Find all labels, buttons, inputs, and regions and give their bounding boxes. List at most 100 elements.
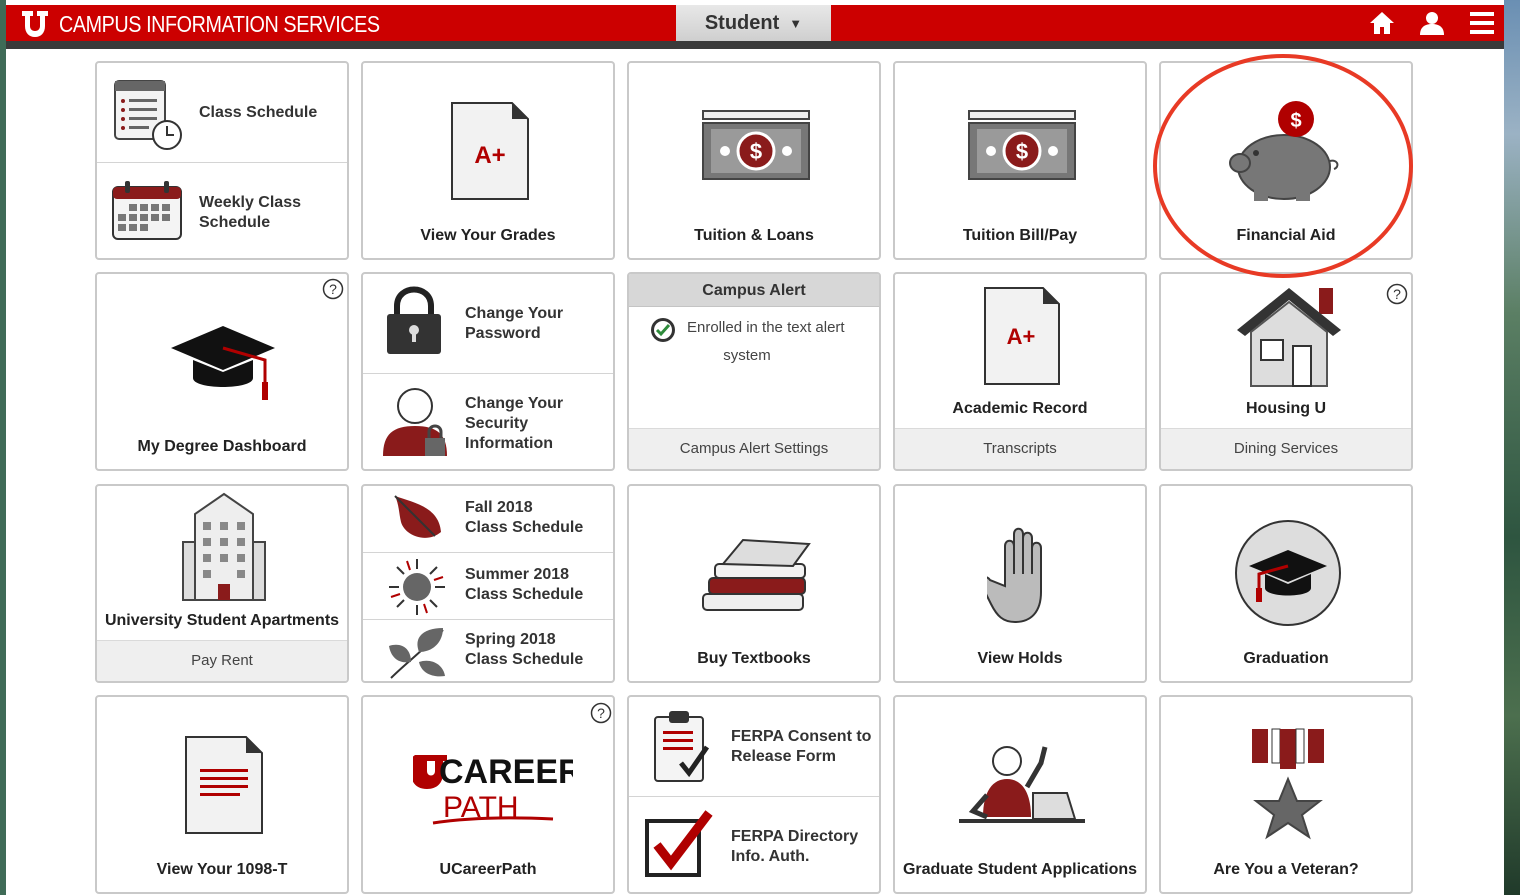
tile-my-degree-dashboard[interactable]: ? My Degree Dashboard bbox=[95, 272, 349, 471]
change-password-link[interactable]: Change Your Password bbox=[363, 274, 613, 373]
dollar-sign: $ bbox=[750, 139, 762, 164]
weekly-class-schedule-link[interactable]: Weekly Class Schedule bbox=[97, 162, 347, 258]
role-dropdown[interactable]: Student ▼ bbox=[676, 5, 831, 41]
summer-2018-label: Summer 2018 Class Schedule bbox=[465, 565, 583, 605]
tile-campus-alert: Campus Alert Enrolled in the text alert … bbox=[627, 272, 881, 471]
fall-line-2: Class Schedule bbox=[465, 519, 584, 536]
house-icon bbox=[1237, 288, 1341, 387]
degree-dashboard-label: My Degree Dashboard bbox=[137, 438, 307, 455]
campus-alert-title: Campus Alert bbox=[629, 274, 879, 307]
checkbox-icon bbox=[645, 810, 713, 877]
help-icon[interactable]: ? bbox=[590, 702, 612, 724]
ucareerpath-label: UCareerPath bbox=[439, 861, 537, 878]
tile-graduation[interactable]: Graduation bbox=[1159, 484, 1413, 683]
change-security-label: Change Your Security Information bbox=[465, 394, 563, 454]
university-logo-icon[interactable] bbox=[20, 8, 50, 38]
campus-alert-settings-link[interactable]: Campus Alert Settings bbox=[629, 428, 879, 469]
hand-icon bbox=[987, 527, 1042, 624]
weekly-label-line-2: Schedule bbox=[199, 214, 271, 231]
tile-view-1098t[interactable]: View Your 1098-T bbox=[95, 695, 349, 894]
user-lock-icon bbox=[383, 388, 447, 456]
spring-line-1: Spring 2018 bbox=[465, 631, 556, 648]
transcripts-link[interactable]: Transcripts bbox=[895, 428, 1145, 469]
user-icon[interactable] bbox=[1418, 9, 1446, 37]
housing-label: Housing U bbox=[1246, 400, 1326, 417]
class-schedule-link[interactable]: Class Schedule bbox=[97, 63, 347, 162]
tile-ferpa-group: FERPA Consent to Release Form FERPA Dire… bbox=[627, 695, 881, 894]
change-password-label: Change Your Password bbox=[465, 304, 563, 344]
academic-record-label: Academic Record bbox=[952, 400, 1088, 417]
grade-document-icon: A+ bbox=[984, 287, 1060, 385]
tile-view-grades[interactable]: A+ View Your Grades bbox=[361, 61, 615, 260]
money-bill-icon: $ bbox=[968, 110, 1076, 180]
tile-veteran[interactable]: Are You a Veteran? bbox=[1159, 695, 1413, 894]
ferpa-consent-label: FERPA Consent to Release Form bbox=[731, 727, 871, 767]
chevron-down-icon: ▼ bbox=[789, 15, 803, 31]
spring-2018-schedule-link[interactable]: Spring 2018 Class Schedule bbox=[363, 619, 613, 681]
tile-ucareerpath[interactable]: ? CAREER PATH UCareerPath bbox=[361, 695, 615, 894]
clipboard-check-icon bbox=[654, 711, 710, 782]
tile-buy-textbooks[interactable]: Buy Textbooks bbox=[627, 484, 881, 683]
calendar-clock-icon bbox=[114, 80, 182, 150]
change-security-line-1: Change Your bbox=[465, 395, 564, 412]
money-bill-icon: $ bbox=[702, 110, 810, 180]
spring-2018-label: Spring 2018 Class Schedule bbox=[465, 630, 583, 670]
fall-2018-label: Fall 2018 Class Schedule bbox=[465, 498, 583, 538]
alert-status-line-2: system bbox=[723, 347, 771, 364]
site-title[interactable]: CAMPUS INFORMATION SERVICES bbox=[59, 11, 380, 37]
ferpa-consent-link[interactable]: FERPA Consent to Release Form bbox=[629, 697, 879, 796]
tile-student-apartments: University Student Apartments Pay Rent bbox=[95, 484, 349, 683]
lock-icon bbox=[387, 286, 441, 354]
help-icon[interactable]: ? bbox=[322, 278, 344, 300]
tile-term-schedules: Fall 2018 Class Schedule Summer 2018 Cla… bbox=[361, 484, 615, 683]
tile-tuition-loans[interactable]: $ Tuition & Loans bbox=[627, 61, 881, 260]
svg-text:?: ? bbox=[597, 705, 605, 721]
academic-record-link[interactable]: A+ Academic Record bbox=[895, 274, 1145, 430]
summer-line-1: Summer 2018 bbox=[465, 566, 570, 583]
ferpa-consent-line-2: Release Form bbox=[731, 748, 836, 765]
student-laptop-icon bbox=[959, 746, 1085, 823]
housing-link[interactable]: Housing U bbox=[1161, 274, 1411, 430]
tile-financial-aid[interactable]: $ Financial Aid bbox=[1159, 61, 1413, 260]
spring-line-2: Class Schedule bbox=[465, 651, 584, 668]
fall-line-1: Fall 2018 bbox=[465, 499, 533, 516]
change-security-line-3: Information bbox=[465, 435, 553, 452]
menu-icon[interactable] bbox=[1468, 9, 1496, 37]
ferpa-directory-line-1: FERPA Directory bbox=[731, 828, 859, 845]
pay-rent-link[interactable]: Pay Rent bbox=[97, 640, 347, 681]
alert-status-line-1: Enrolled in the text alert bbox=[687, 319, 845, 336]
tuition-loans-label: Tuition & Loans bbox=[694, 227, 814, 244]
leaf-icon bbox=[394, 495, 441, 538]
tile-view-holds[interactable]: View Holds bbox=[893, 484, 1147, 683]
view-1098t-label: View Your 1098-T bbox=[156, 861, 288, 878]
weekly-calendar-icon bbox=[112, 181, 182, 240]
student-apartments-link[interactable]: University Student Apartments bbox=[97, 486, 347, 642]
dining-services-link[interactable]: Dining Services bbox=[1161, 428, 1411, 469]
weekly-class-schedule-label: Weekly Class Schedule bbox=[199, 193, 301, 233]
tile-tuition-bill-pay[interactable]: $ Tuition Bill/Pay bbox=[893, 61, 1147, 260]
summer-2018-schedule-link[interactable]: Summer 2018 Class Schedule bbox=[363, 552, 613, 619]
tuition-bill-pay-label: Tuition Bill/Pay bbox=[962, 227, 1078, 244]
role-dropdown-label: Student bbox=[704, 11, 780, 34]
change-password-line-1: Change Your bbox=[465, 305, 564, 322]
veteran-label: Are You a Veteran? bbox=[1213, 861, 1359, 878]
change-security-link[interactable]: Change Your Security Information bbox=[363, 373, 613, 469]
tile-grad-applications[interactable]: Graduate Student Applications bbox=[893, 695, 1147, 894]
grade-mark: A+ bbox=[1007, 324, 1036, 349]
ferpa-directory-line-2: Info. Auth. bbox=[731, 848, 810, 865]
tile-class-schedule-group: Class Schedule Weekly Class Schedule bbox=[95, 61, 349, 260]
student-apartments-label: University Student Apartments bbox=[104, 612, 340, 629]
grade-document-icon: A+ bbox=[451, 102, 529, 200]
top-nav-bar: CAMPUS INFORMATION SERVICES Student ▼ bbox=[6, 5, 1504, 41]
apartment-building-icon bbox=[182, 492, 266, 601]
change-password-line-2: Password bbox=[465, 325, 541, 342]
ferpa-directory-label: FERPA Directory Info. Auth. bbox=[731, 827, 858, 867]
fall-2018-schedule-link[interactable]: Fall 2018 Class Schedule bbox=[363, 486, 613, 552]
financial-aid-label: Financial Aid bbox=[1236, 227, 1336, 244]
home-icon[interactable] bbox=[1368, 9, 1396, 37]
tile-account-security-group: Change Your Password Change Your Securit… bbox=[361, 272, 615, 471]
page: CAMPUS INFORMATION SERVICES Student ▼ Cl… bbox=[6, 0, 1504, 895]
tile-academic-record: A+ Academic Record Transcripts bbox=[893, 272, 1147, 471]
ferpa-directory-link[interactable]: FERPA Directory Info. Auth. bbox=[629, 796, 879, 892]
summer-line-2: Class Schedule bbox=[465, 586, 584, 603]
